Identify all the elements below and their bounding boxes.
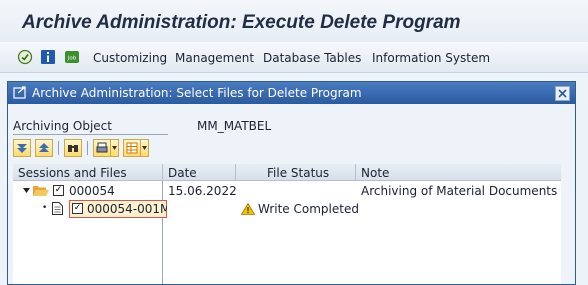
layout-button[interactable]: [123, 139, 141, 157]
info-icon[interactable]: [40, 49, 56, 65]
column-separator[interactable]: [355, 164, 356, 181]
chevron-down-icon: [142, 146, 147, 150]
session-name: 000054: [69, 184, 115, 198]
select-files-dialog: Archive Administration: Select Files for…: [7, 81, 576, 285]
table-row[interactable]: • ✓ 000054-001MM_MATBEL Write Completed: [13, 200, 561, 218]
archiving-object-value: MM_MATBEL: [197, 119, 272, 133]
file-name: 000054-001MM_MATBEL: [87, 202, 167, 216]
expand-all-icon: [17, 144, 27, 153]
files-tree-table: Sessions and Files Date File Status Note…: [13, 164, 561, 284]
find-button[interactable]: [64, 139, 82, 157]
toolbar-separator: [58, 141, 59, 155]
application-toolbar: Job Customizing Management Database Tabl…: [0, 42, 588, 73]
binoculars-icon: [68, 145, 78, 152]
menu-management[interactable]: Management: [175, 51, 254, 65]
dialog-window-icon: [13, 86, 27, 100]
folder-open-icon: [33, 186, 49, 196]
column-header-date[interactable]: Date: [168, 166, 197, 180]
column-header-file-status[interactable]: File Status: [267, 166, 329, 180]
collapse-all-button[interactable]: [35, 139, 53, 157]
table-header: Sessions and Files Date File Status Note: [13, 164, 561, 181]
table-row[interactable]: ✓ 000054 15.06.2022 Archiving of Materia…: [13, 182, 561, 200]
layout-dropdown[interactable]: [141, 139, 149, 157]
print-icon: [96, 142, 108, 153]
tree-leaf-bullet-icon: •: [42, 203, 48, 213]
column-header-note[interactable]: Note: [361, 166, 389, 180]
archiving-object-label: Archiving Object: [13, 119, 112, 133]
print-dropdown[interactable]: [111, 139, 119, 157]
job-icon[interactable]: Job: [64, 49, 80, 65]
field-underline: [13, 134, 168, 135]
layout-grid-icon: [126, 142, 138, 154]
collapse-all-icon: [39, 143, 49, 152]
toolbar-separator: [87, 141, 88, 155]
chevron-down-icon: [112, 146, 117, 150]
menu-database-tables[interactable]: Database Tables: [263, 51, 361, 65]
job-icon-label: Job: [67, 56, 77, 62]
dialog-title: Archive Administration: Select Files for…: [32, 86, 362, 100]
page-title: Archive Administration: Execute Delete P…: [22, 12, 461, 33]
print-button[interactable]: [93, 139, 111, 157]
dialog-header: Archive Administration: Select Files for…: [8, 82, 575, 104]
title-bar: Archive Administration: Execute Delete P…: [0, 0, 588, 42]
menu-information-system[interactable]: Information System: [372, 51, 490, 65]
file-status: Write Completed: [258, 202, 359, 216]
close-icon: [558, 89, 567, 98]
row-checkbox[interactable]: ✓: [72, 203, 83, 214]
row-note: Archiving of Material Documents 2016: [361, 184, 561, 198]
execute-icon[interactable]: [17, 49, 33, 65]
file-icon: [52, 202, 63, 215]
expand-arrow-icon[interactable]: [23, 188, 30, 193]
menu-customizing[interactable]: Customizing: [93, 51, 167, 65]
column-separator[interactable]: [235, 164, 236, 181]
row-date: 15.06.2022: [168, 184, 237, 198]
close-button[interactable]: [555, 86, 570, 101]
warning-icon: [241, 203, 255, 215]
row-checkbox[interactable]: ✓: [53, 185, 64, 196]
column-separator[interactable]: [162, 164, 163, 181]
expand-all-button[interactable]: [13, 139, 31, 157]
column-header-sessions[interactable]: Sessions and Files: [18, 166, 127, 180]
